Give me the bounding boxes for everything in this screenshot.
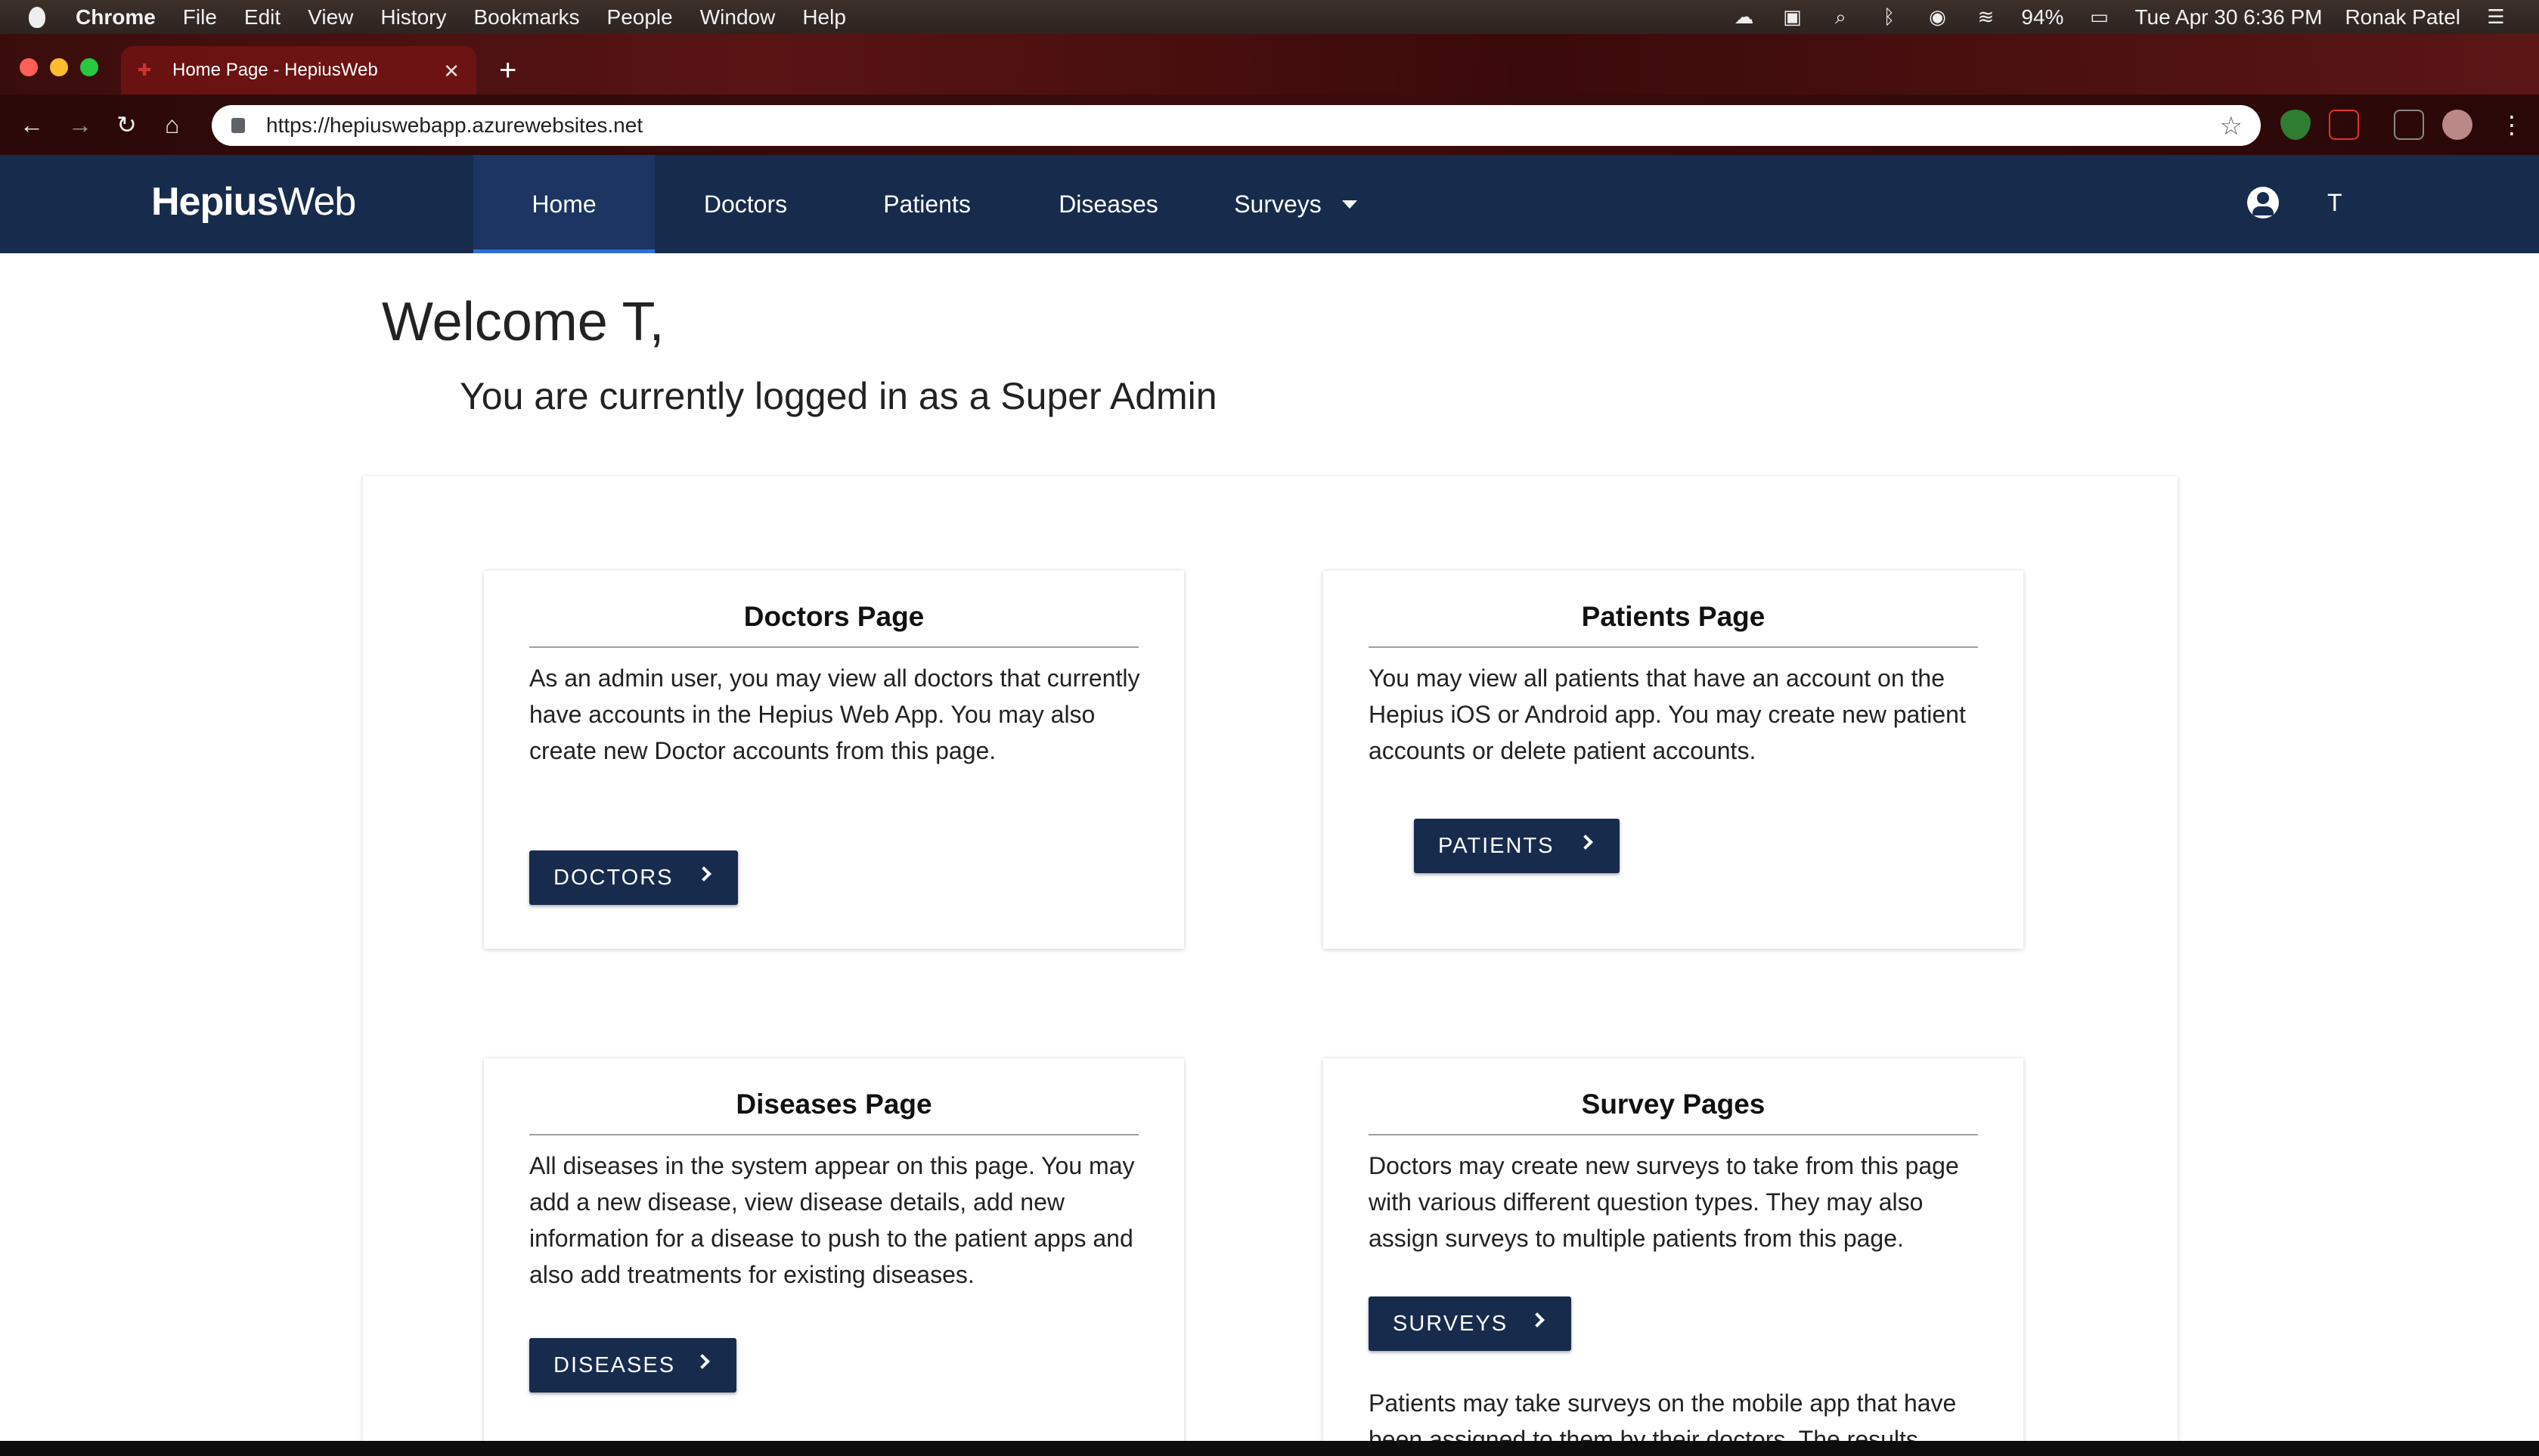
surveys-dropdown-icon[interactable]: [1342, 200, 1357, 209]
button-label: PATIENTS: [1438, 833, 1555, 858]
role-subheading: You are currently logged in as a Super A…: [460, 375, 1217, 417]
lock-icon[interactable]: [231, 118, 245, 133]
brand-logo[interactable]: HepiusWeb: [151, 179, 356, 225]
doctors-card: Doctors Page As an admin user, you may v…: [484, 571, 1184, 949]
battery-icon[interactable]: ▭: [2086, 5, 2112, 28]
menu-app-name[interactable]: Chrome: [76, 5, 156, 29]
chat-icon[interactable]: ▣: [1779, 5, 1805, 28]
app-navbar: HepiusWeb Home Doctors Patients Diseases…: [0, 155, 2539, 253]
nav-doctors[interactable]: Doctors: [680, 155, 811, 253]
clock[interactable]: Tue Apr 30 6:36 PM: [2134, 5, 2322, 29]
home-icon[interactable]: ⌂: [165, 111, 179, 138]
menu-people[interactable]: People: [607, 5, 673, 29]
surveys-button[interactable]: SURVEYS: [1369, 1296, 1571, 1351]
address-bar[interactable]: https://hepiuswebapp.azurewebsites.net ☆: [212, 105, 2261, 146]
menu-bookmarks[interactable]: Bookmarks: [473, 5, 579, 29]
card-body-secondary: Patients may take surveys on the mobile …: [1369, 1389, 1957, 1441]
minimize-window-button[interactable]: [50, 58, 68, 76]
new-tab-button[interactable]: +: [499, 55, 516, 85]
shield-extension-icon[interactable]: [2280, 110, 2311, 140]
doctors-button[interactable]: DOCTORS: [529, 850, 738, 905]
nav-home[interactable]: Home: [473, 155, 655, 253]
brand-bold: Hepius: [151, 180, 278, 224]
card-title: Diseases Page: [529, 1089, 1139, 1135]
tab-strip: ✚ Home Page - HepiusWeb ✕ +: [0, 34, 2539, 94]
tab-title: Home Page - HepiusWeb: [172, 60, 378, 80]
card-body: You may view all patients that have an a…: [1369, 664, 1966, 764]
patients-button[interactable]: PATIENTS: [1414, 819, 1620, 873]
button-label: SURVEYS: [1393, 1311, 1508, 1336]
diseases-button[interactable]: DISEASES: [529, 1338, 736, 1392]
nav-diseases[interactable]: Diseases: [1043, 155, 1173, 253]
browser-tab-home[interactable]: ✚ Home Page - HepiusWeb ✕: [121, 46, 476, 94]
menu-window[interactable]: Window: [700, 5, 776, 29]
surveys-card: Survey Pages Doctors may create new surv…: [1323, 1058, 2023, 1441]
card-body: As an admin user, you may view all docto…: [529, 664, 1140, 764]
siri-icon[interactable]: ◉: [1924, 5, 1950, 28]
dashboard-panel: Doctors Page As an admin user, you may v…: [363, 476, 2178, 1441]
card-body: Doctors may create new surveys to take f…: [1369, 1152, 1959, 1252]
macos-menu-bar: Chrome File Edit View History Bookmarks …: [0, 0, 2539, 34]
reload-icon[interactable]: ↻: [116, 111, 137, 138]
button-label: DISEASES: [553, 1352, 676, 1377]
card-title: Survey Pages: [1369, 1089, 1978, 1135]
user-initial[interactable]: T: [2327, 189, 2342, 217]
nav-patients[interactable]: Patients: [862, 155, 992, 253]
bookmark-star-icon[interactable]: ☆: [2220, 111, 2243, 141]
status-area: ☁ ▣ ⌕ ᛒ ◉ ≋ 94% ▭ Tue Apr 30 6:36 PM Ron…: [1731, 0, 2509, 34]
close-tab-icon[interactable]: ✕: [443, 60, 460, 83]
pdf-extension-icon[interactable]: [2329, 110, 2359, 140]
battery-percent[interactable]: 94%: [2021, 5, 2063, 29]
close-window-button[interactable]: [20, 58, 38, 76]
menu-edit[interactable]: Edit: [244, 5, 281, 29]
user-menu[interactable]: Ronak Patel: [2345, 5, 2460, 29]
chevron-right-icon: [1530, 1312, 1545, 1327]
card-title: Doctors Page: [529, 601, 1139, 648]
url-text[interactable]: https://hepiuswebapp.azurewebsites.net: [266, 113, 643, 138]
notification-center-icon[interactable]: ☰: [2483, 5, 2509, 28]
menu-view[interactable]: View: [308, 5, 353, 29]
patients-card: Patients Page You may view all patients …: [1323, 571, 2023, 949]
nav-surveys[interactable]: Surveys: [1210, 155, 1346, 253]
button-label: DOCTORS: [553, 865, 674, 890]
bluetooth-icon[interactable]: ᛒ: [1876, 5, 1902, 28]
chevron-right-icon: [1578, 835, 1593, 850]
browser-toolbar: ← → ↻ ⌂ https://hepiuswebapp.azurewebsit…: [0, 94, 2539, 155]
menu-file[interactable]: File: [183, 5, 217, 29]
window-bottom-edge: [0, 1441, 2539, 1456]
card-title: Patients Page: [1369, 601, 1978, 648]
search-icon[interactable]: ⌕: [1828, 5, 1853, 28]
fullscreen-window-button[interactable]: [80, 58, 98, 76]
more-menu-icon[interactable]: ⋮: [2500, 111, 2524, 138]
forward-arrow-icon[interactable]: →: [68, 111, 92, 138]
cast-icon[interactable]: [2394, 110, 2424, 140]
chevron-right-icon: [696, 866, 711, 881]
account-circle-icon[interactable]: [2247, 187, 2279, 218]
page-content: Welcome T, You are currently logged in a…: [0, 253, 2539, 1441]
apple-icon[interactable]: [29, 6, 45, 28]
card-body: All diseases in the system appear on thi…: [529, 1152, 1135, 1288]
brand-light: Web: [277, 180, 356, 224]
favicon-icon: ✚: [138, 60, 152, 79]
profile-avatar-icon[interactable]: [2442, 110, 2472, 140]
welcome-heading: Welcome T,: [382, 292, 665, 352]
diseases-card: Diseases Page All diseases in the system…: [484, 1058, 1184, 1441]
chevron-right-icon: [695, 1354, 710, 1369]
cloud-upload-icon[interactable]: ☁: [1731, 5, 1756, 28]
menu-help[interactable]: Help: [802, 5, 846, 29]
back-arrow-icon[interactable]: ←: [20, 111, 44, 138]
menu-history[interactable]: History: [380, 5, 446, 29]
wifi-icon[interactable]: ≋: [1973, 5, 1998, 28]
